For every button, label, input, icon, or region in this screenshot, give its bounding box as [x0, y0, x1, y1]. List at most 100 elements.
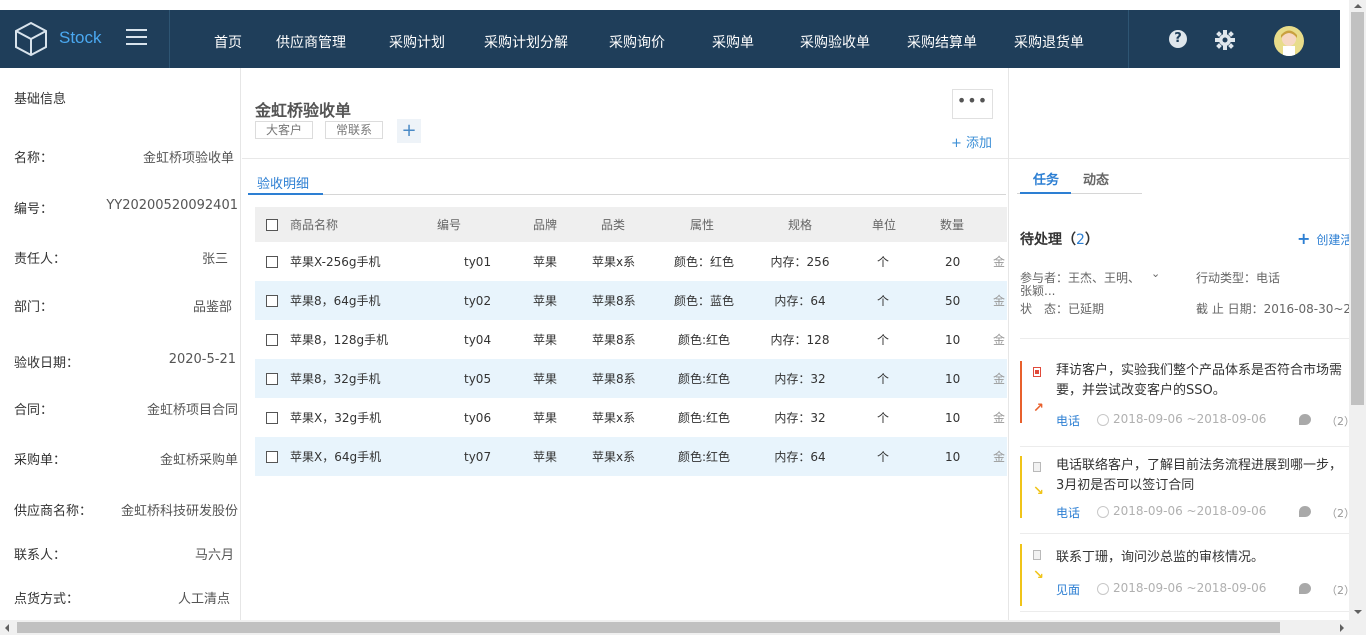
task-item[interactable]: ↗ 拜访客户，实验我们整个产品体系是否符合市场需要，并尝试改变客户的SSO。 电…	[1020, 361, 1355, 431]
comment-icon[interactable]	[1299, 583, 1311, 594]
cell-category: 苹果x系	[592, 255, 636, 269]
table-row[interactable]: 苹果X，64g手机 ty07 苹果 苹果x系 颜色:红色 内存：64 个 10 金	[255, 437, 1007, 476]
col-header: 编号	[437, 218, 462, 232]
table-row[interactable]: 苹果8，128g手机 ty04 苹果 苹果8系 颜色:红色 内存：128 个 10 金	[255, 320, 1007, 359]
table-row[interactable]: 苹果X，32g手机 ty06 苹果 苹果x系 颜色:红色 内存：32 个 10 金	[255, 398, 1007, 437]
participants-more: 张颖...	[1020, 284, 1056, 298]
nav-item-home[interactable]: 首页	[214, 32, 242, 52]
cell-unit: 个	[877, 450, 890, 464]
chevron-down-icon[interactable]: ⌄	[1151, 267, 1160, 280]
nav-item-plan[interactable]: 采购计划	[389, 32, 445, 52]
hamburger-menu-icon[interactable]	[126, 29, 147, 46]
divider	[1020, 533, 1350, 534]
comment-icon[interactable]	[1299, 506, 1311, 517]
cell-product-name: 苹果8，128g手机	[290, 333, 389, 347]
cell-product-name: 苹果X-256g手机	[290, 255, 381, 269]
tab-active-indicator	[248, 193, 323, 195]
tab-tasks[interactable]: 任务	[1033, 169, 1059, 188]
cell-brand: 苹果	[533, 372, 558, 386]
task-type[interactable]: 见面	[1056, 581, 1080, 598]
basic-info-panel: 基础信息 名称： 金虹桥项验收单 编号： YY20200520092401 责任人：…	[0, 68, 241, 620]
nav-item-order[interactable]: 采购单	[712, 32, 754, 52]
task-type[interactable]: 电话	[1056, 412, 1080, 429]
document-icon	[1033, 367, 1041, 377]
cell-brand: 苹果	[533, 333, 558, 347]
field-value: YY20200520092401	[106, 198, 238, 213]
row-checkbox[interactable]	[266, 320, 278, 359]
tag-frequent-contact[interactable]: 常联系	[325, 121, 384, 139]
cell-unit: 个	[877, 411, 890, 425]
arrow-up-icon: ↗	[1033, 401, 1044, 416]
vertical-scroll-thumb[interactable]	[1351, 12, 1364, 405]
cell-category: 苹果8系	[592, 294, 636, 308]
col-header: 商品名称	[290, 218, 339, 232]
field-owner: 责任人： 张三	[14, 248, 238, 267]
row-checkbox[interactable]	[266, 359, 278, 398]
nav-item-supplier[interactable]: 供应商管理	[276, 32, 346, 52]
table-row[interactable]: 苹果X-256g手机 ty01 苹果 苹果x系 颜色：红色 内存：256 个 20 金	[255, 242, 1007, 281]
table-header: 商品名称 编号 品牌 品类 属性 规格 单位 数量	[255, 207, 1007, 242]
nav-item-settlement[interactable]: 采购结算单	[907, 32, 977, 52]
clock-icon	[1097, 583, 1109, 595]
cell-overflow: 金	[993, 450, 1006, 464]
brand[interactable]: Stock	[0, 10, 170, 68]
user-avatar[interactable]	[1274, 26, 1304, 56]
task-type[interactable]: 电话	[1056, 504, 1080, 521]
gear-icon[interactable]	[1215, 30, 1235, 50]
create-activity-button[interactable]: + 创建活	[1297, 229, 1352, 248]
table-row[interactable]: 苹果8，32g手机 ty05 苹果 苹果8系 颜色:红色 内存：32 个 10 金	[255, 359, 1007, 398]
cell-spec: 内存：32	[774, 411, 826, 425]
plus-icon: +	[1297, 229, 1311, 248]
nav-item-plan-split[interactable]: 采购计划分解	[484, 32, 568, 52]
help-icon[interactable]: ?	[1169, 30, 1187, 48]
row-checkbox[interactable]	[266, 281, 278, 320]
select-all-checkbox[interactable]	[266, 207, 278, 242]
row-checkbox[interactable]	[266, 242, 278, 281]
scroll-down-icon[interactable]	[1354, 610, 1362, 614]
document-icon	[1033, 550, 1041, 560]
cell-unit: 个	[877, 372, 890, 386]
scroll-right-icon[interactable]	[1340, 624, 1344, 632]
cell-overflow: 金	[993, 333, 1006, 347]
horizontal-scroll-thumb[interactable]	[17, 622, 1280, 633]
field-label: 责任人：	[14, 252, 67, 267]
divider	[1020, 611, 1350, 612]
nav-item-return[interactable]: 采购退货单	[1014, 32, 1084, 52]
cell-spec: 内存：64	[774, 450, 826, 464]
vertical-scrollbar[interactable]	[1349, 0, 1366, 620]
add-tag-button[interactable]: +	[397, 119, 421, 143]
action-type: 行动类型：电话	[1196, 271, 1281, 285]
field-label: 名称：	[14, 151, 54, 166]
cell-unit: 个	[877, 255, 890, 269]
more-options-button[interactable]: •••	[952, 89, 993, 119]
nav-item-acceptance[interactable]: 采购验收单	[800, 32, 870, 52]
field-label: 编号：	[14, 202, 54, 217]
tab-acceptance-detail[interactable]: 验收明细	[257, 173, 309, 192]
cell-attribute: 颜色:红色	[677, 372, 731, 386]
cell-code: ty04	[464, 332, 492, 347]
col-header: 属性	[690, 218, 715, 232]
task-item[interactable]: ↘ 电话联络客户，了解目前法务流程进展到哪一步，3月初是否可以签订合同 电话 2…	[1020, 456, 1355, 526]
table-row[interactable]: 苹果8，64g手机 ty02 苹果 苹果8系 颜色：蓝色 内存：64 个 50 金	[255, 281, 1007, 320]
field-value: 张三	[201, 252, 228, 267]
task-item[interactable]: ↘ 联系丁珊，询问沙总监的审核情况。 见面 2018-09-06 ~2018-0…	[1020, 544, 1355, 614]
field-value: 金虹桥科技研发股份	[120, 504, 238, 519]
nav-item-inquiry[interactable]: 采购询价	[609, 32, 665, 52]
row-checkbox[interactable]	[266, 437, 278, 476]
cell-category: 苹果x系	[592, 450, 636, 464]
comment-icon[interactable]	[1299, 414, 1311, 425]
divider	[1009, 158, 1350, 159]
field-order: 采购单： 金虹桥采购单	[14, 449, 238, 468]
scroll-left-icon[interactable]	[5, 624, 9, 632]
row-checkbox[interactable]	[266, 398, 278, 437]
header-tools: ?	[1128, 10, 1340, 68]
add-link[interactable]: + 添加	[951, 132, 992, 151]
cell-category: 苹果8系	[592, 372, 636, 386]
scroll-up-icon[interactable]	[1354, 4, 1362, 8]
tag-big-customer[interactable]: 大客户	[255, 121, 314, 139]
divider	[1020, 338, 1350, 339]
arrow-down-icon: ↘	[1033, 484, 1044, 499]
tab-activity[interactable]: 动态	[1083, 169, 1109, 188]
horizontal-scrollbar[interactable]	[0, 620, 1366, 635]
cell-code: ty01	[464, 254, 492, 269]
